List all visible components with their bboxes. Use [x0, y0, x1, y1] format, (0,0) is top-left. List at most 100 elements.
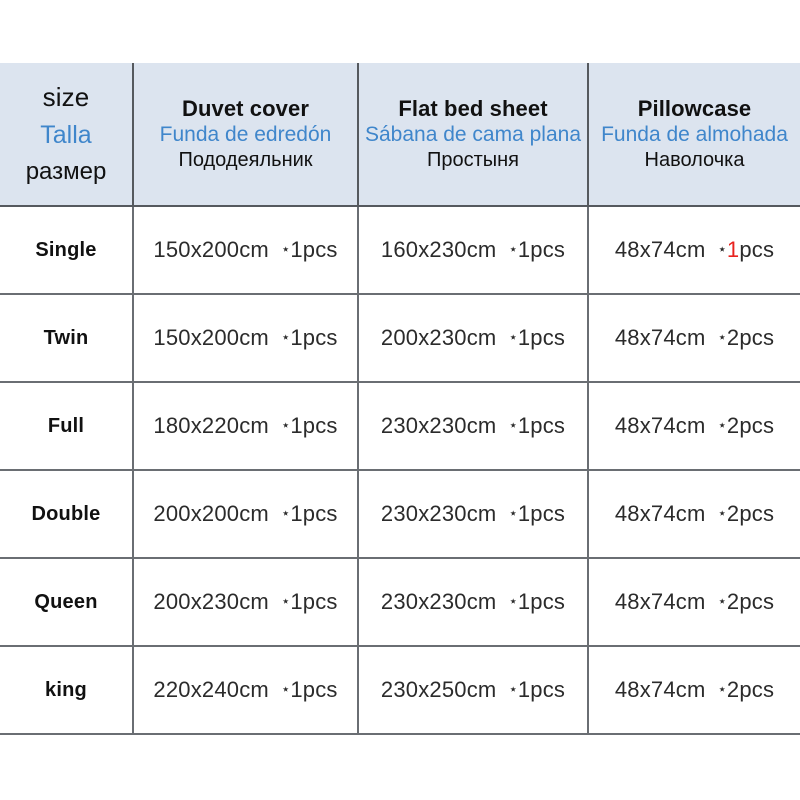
- dimension-value: 230x230cm: [380, 501, 497, 526]
- quantity-text: 1pcs: [290, 501, 338, 526]
- quantity-star-icon: ⋆: [508, 681, 518, 698]
- size-label: Queen: [34, 590, 98, 613]
- dimension-value: 160x230cm: [380, 237, 497, 262]
- quantity-highlight: 1: [726, 237, 740, 262]
- cell-duvet-cover: 200x230cm ⋆1pcs: [133, 558, 359, 647]
- dimension-value: 150x200cm: [153, 237, 269, 262]
- cell-pillowcase: 48x74cm ⋆1pcs: [588, 206, 800, 295]
- dimension-value: 230x230cm: [380, 413, 497, 438]
- quantity-star-icon: ⋆: [280, 329, 291, 346]
- dimension-value: 200x230cm: [380, 325, 497, 350]
- header-pillow-ru: Наволочка: [644, 149, 745, 172]
- header-flat-ru: Простыня: [426, 149, 520, 172]
- cell-duvet-cover: 150x200cm ⋆1pcs: [133, 206, 359, 295]
- row-header-size: Full: [0, 382, 134, 471]
- quantity-star-icon: ⋆: [280, 681, 291, 698]
- row-header-size: Double: [0, 470, 134, 559]
- spec-text: 180x220cm ⋆1pcs: [153, 413, 337, 438]
- header-duvet-ru: Пододеяльник: [178, 149, 313, 172]
- cell-pillowcase: 48x74cm ⋆2pcs: [588, 382, 800, 471]
- quantity-star-icon: ⋆: [508, 593, 518, 610]
- quantity-text: 1pcs: [290, 237, 338, 262]
- table-row: Double 200x200cm ⋆1pcs 230x230cm ⋆1pcs 48x74c…: [0, 470, 800, 559]
- quantity-value: ⋆1pcs: [508, 325, 565, 350]
- size-label: Double: [31, 502, 101, 525]
- dimension-value: 200x230cm: [153, 589, 269, 614]
- cell-flat-bed-sheet: 160x230cm ⋆1pcs: [358, 206, 589, 295]
- quantity-value: ⋆2pcs: [718, 677, 775, 702]
- row-header-size: king: [0, 646, 134, 735]
- cell-pillowcase: 48x74cm ⋆2pcs: [588, 558, 800, 647]
- dimension-value: 200x200cm: [153, 501, 269, 526]
- header-cell-size: size Talla размер: [0, 63, 134, 207]
- dimension-value: 230x230cm: [380, 589, 497, 614]
- table-row: Queen 200x230cm ⋆1pcs 230x230cm ⋆1pcs 48x74cm…: [0, 558, 800, 647]
- quantity-value: ⋆1pcs: [718, 237, 775, 262]
- quantity-star-icon: ⋆: [717, 417, 727, 434]
- dimension-value: 48x74cm: [614, 237, 706, 262]
- quantity-star-icon: ⋆: [717, 681, 727, 698]
- quantity-value: ⋆1pcs: [508, 413, 565, 438]
- quantity-text: 1pcs: [517, 501, 566, 526]
- cell-pillowcase: 48x74cm ⋆2pcs: [588, 294, 800, 383]
- cell-duvet-cover: 150x200cm ⋆1pcs: [133, 294, 359, 383]
- quantity-value: ⋆1pcs: [281, 325, 338, 350]
- row-header-size: Twin: [0, 294, 134, 383]
- dimension-value: 230x250cm: [380, 677, 497, 702]
- quantity-star-icon: ⋆: [717, 241, 727, 258]
- cell-flat-bed-sheet: 230x230cm ⋆1pcs: [358, 382, 589, 471]
- cell-flat-bed-sheet: 230x250cm ⋆1pcs: [358, 646, 589, 735]
- header-duvet-es: Funda de edredón: [159, 123, 332, 147]
- quantity-text: 1pcs: [517, 325, 566, 350]
- cell-pillowcase: 48x74cm ⋆2pcs: [588, 470, 800, 559]
- quantity-value: ⋆1pcs: [508, 501, 565, 526]
- cell-flat-bed-sheet: 230x230cm ⋆1pcs: [358, 558, 589, 647]
- dimension-value: 48x74cm: [614, 589, 706, 614]
- header-flat-en: Flat bed sheet: [398, 95, 548, 121]
- quantity-value: ⋆1pcs: [508, 237, 565, 262]
- cell-flat-bed-sheet: 230x230cm ⋆1pcs: [358, 470, 589, 559]
- quantity-text: 1pcs: [517, 589, 566, 614]
- header-cell-flat-bed-sheet: Flat bed sheet Sábana de cama plana Прос…: [358, 63, 589, 207]
- row-header-size: Single: [0, 206, 134, 295]
- quantity-unit: pcs: [739, 237, 775, 262]
- row-header-size: Queen: [0, 558, 134, 647]
- quantity-text: 2pcs: [726, 325, 775, 350]
- table-row: Twin 150x200cm ⋆1pcs 200x230cm ⋆1pcs 48x74cm ⋆…: [0, 294, 800, 383]
- size-label: king: [45, 678, 87, 701]
- quantity-text: 1pcs: [517, 677, 566, 702]
- quantity-value: ⋆1pcs: [281, 501, 338, 526]
- quantity-star-icon: ⋆: [280, 505, 291, 522]
- size-label: Twin: [43, 326, 89, 349]
- quantity-text: 1pcs: [290, 589, 338, 614]
- table-row: Full 180x220cm ⋆1pcs 230x230cm ⋆1pcs 48x74cm ⋆…: [0, 382, 800, 471]
- dimension-value: 180x220cm: [153, 413, 269, 438]
- header-size-es: Talla: [40, 121, 92, 150]
- dimension-value: 48x74cm: [614, 325, 706, 350]
- cell-duvet-cover: 200x200cm ⋆1pcs: [133, 470, 359, 559]
- header-cell-duvet-cover: Duvet cover Funda de edredón Пододеяльни…: [133, 63, 359, 207]
- quantity-text: 1pcs: [290, 413, 338, 438]
- quantity-text: 2pcs: [726, 501, 775, 526]
- header-size-ru: размер: [25, 157, 107, 185]
- size-label: Single: [35, 238, 97, 261]
- size-chart-page: size Talla размер Duvet cover Funda de e…: [0, 0, 800, 800]
- cell-pillowcase: 48x74cm ⋆2pcs: [588, 646, 800, 735]
- quantity-value: ⋆1pcs: [281, 677, 338, 702]
- dimension-value: 220x240cm: [153, 677, 269, 702]
- quantity-star-icon: ⋆: [717, 505, 727, 522]
- spec-text: 200x230cm ⋆1pcs: [381, 325, 565, 350]
- quantity-text: 1pcs: [290, 325, 338, 350]
- quantity-text: 2pcs: [726, 677, 775, 702]
- table-body: Single 150x200cm ⋆1pcs 160x230cm ⋆1pcs 48x74c…: [0, 206, 800, 735]
- table-header-row: size Talla размер Duvet cover Funda de e…: [0, 63, 800, 207]
- header-duvet-en: Duvet cover: [181, 95, 310, 121]
- dimension-value: 48x74cm: [614, 413, 706, 438]
- quantity-text: 2pcs: [726, 413, 775, 438]
- header-cell-pillowcase: Pillowcase Funda de almohada Наволочка: [588, 63, 800, 207]
- table-row: king 220x240cm ⋆1pcs 230x250cm ⋆1pcs 48x74cm ⋆…: [0, 646, 800, 735]
- spec-text: 230x230cm ⋆1pcs: [381, 589, 565, 614]
- quantity-value: ⋆2pcs: [718, 413, 775, 438]
- spec-text: 160x230cm ⋆1pcs: [381, 237, 565, 262]
- header-size-en: size: [42, 82, 90, 113]
